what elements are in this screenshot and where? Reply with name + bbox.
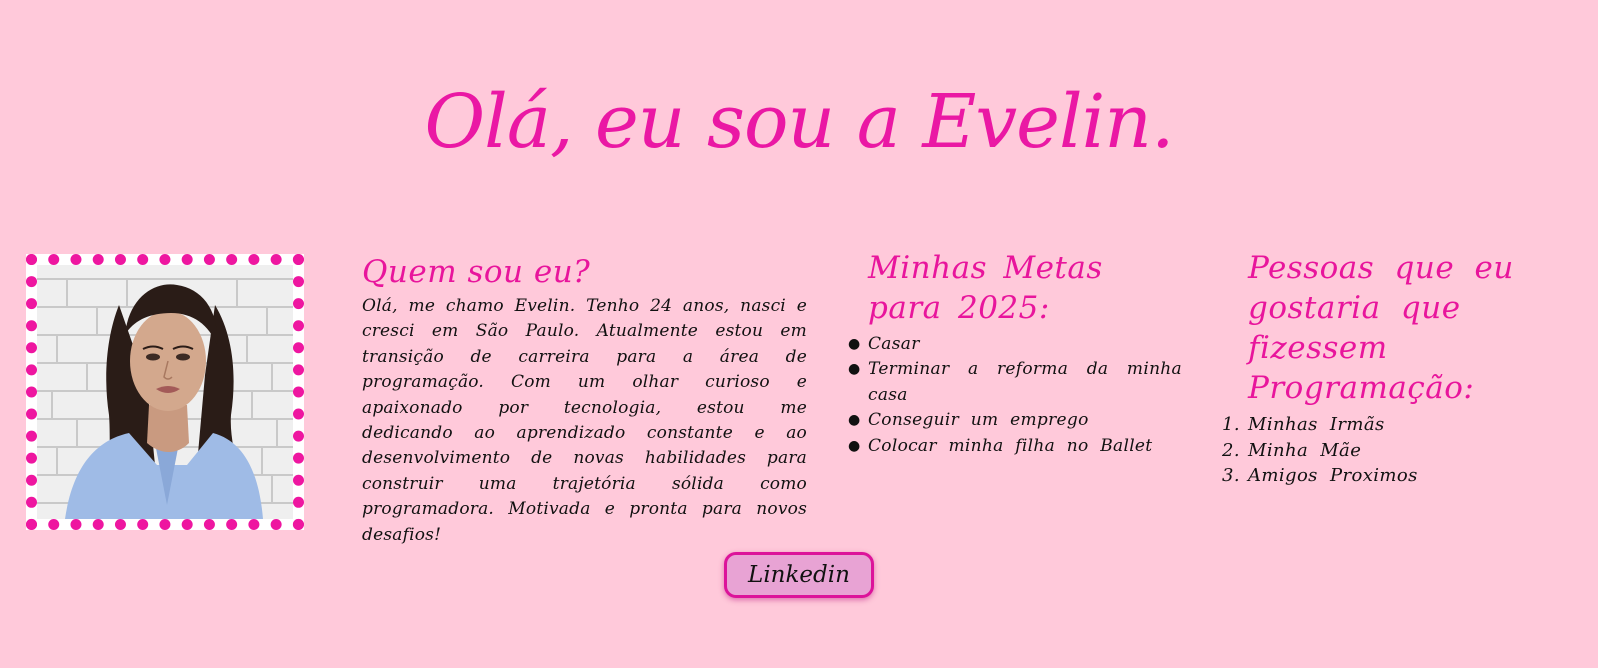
- list-item: ● Colocar minha filha no Ballet: [848, 434, 1188, 459]
- bullet-icon: ●: [848, 336, 861, 352]
- goal-item-text: Conseguir um emprego: [868, 410, 1089, 431]
- profile-photo-image: [37, 265, 293, 519]
- goals-list: ● Casar ● Terminar a reforma da minha casa…: [848, 332, 1188, 459]
- page-title: Olá, eu sou a Evelin.: [424, 79, 1175, 165]
- people-list: 1. Minhas Irmãs 2. Minha Mãe 3. Amigos Prox…: [1222, 412, 1588, 489]
- people-item-text: Minha Mãe: [1248, 439, 1362, 461]
- goal-item-text: Terminar a reforma da minha casa: [868, 359, 1182, 405]
- list-item: 1. Minhas Irmãs: [1222, 412, 1588, 438]
- goals-heading: Minhas Metas para 2025:: [868, 250, 1103, 326]
- people-item-text: Amigos Proximos: [1248, 465, 1418, 487]
- linkedin-button[interactable]: Linkedin: [724, 552, 874, 598]
- people-section: Pessoas que eu gostaria que fizessem Pro…: [1222, 248, 1588, 489]
- bullet-icon: ●: [848, 412, 861, 429]
- list-item: ● Casar: [848, 332, 1188, 357]
- list-item: ● Terminar a reforma da minha casa: [848, 357, 1188, 408]
- bullet-icon: ●: [848, 437, 861, 454]
- list-number: 3.: [1222, 465, 1240, 487]
- bullet-icon: ●: [848, 361, 861, 378]
- people-heading: Pessoas que eu gostaria que fizessem Pro…: [1248, 250, 1514, 406]
- list-item: ● Conseguir um emprego: [848, 408, 1188, 433]
- list-number: 1.: [1222, 414, 1240, 435]
- about-heading: Quem sou eu?: [362, 254, 591, 290]
- about-section: Quem sou eu? Olá, me chamo Evelin. Tenho…: [362, 252, 807, 548]
- goal-item-text: Casar: [868, 334, 920, 354]
- list-number: 2.: [1222, 439, 1240, 461]
- list-item: 2. Minha Mãe: [1222, 438, 1588, 464]
- profile-photo: [26, 254, 304, 530]
- about-text: Olá, me chamo Evelin. Tenho 24 anos, nas…: [362, 296, 807, 545]
- list-item: 3. Amigos Proximos: [1222, 463, 1588, 489]
- people-item-text: Minhas Irmãs: [1248, 414, 1385, 435]
- goal-item-text: Colocar minha filha no Ballet: [868, 435, 1153, 456]
- goals-section: Minhas Metas para 2025: ● Casar ● Terminar…: [848, 248, 1188, 459]
